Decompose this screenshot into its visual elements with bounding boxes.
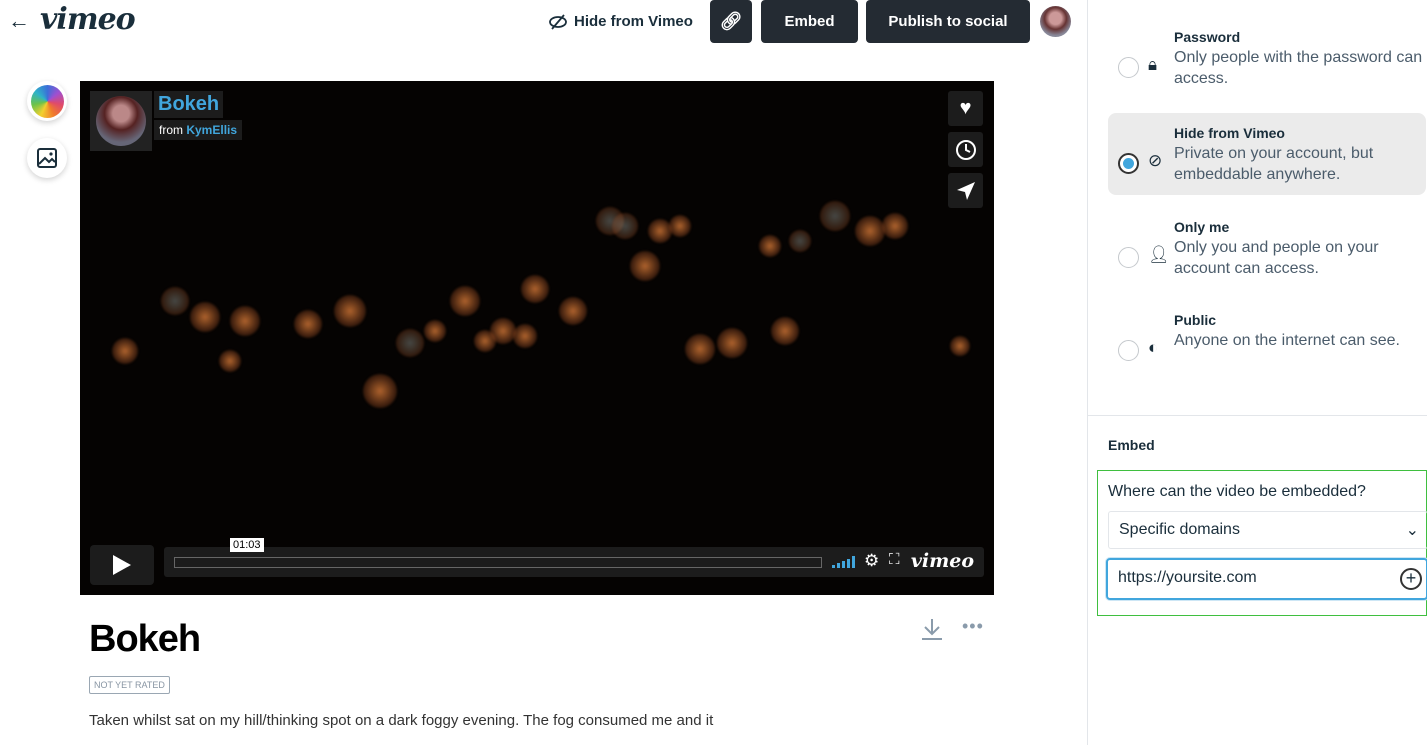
radio-button[interactable]	[1118, 340, 1139, 361]
option-title: Password	[1174, 29, 1241, 45]
bokeh-light	[630, 251, 660, 281]
bokeh-light	[363, 374, 397, 408]
heart-icon: ♥	[959, 97, 972, 119]
bokeh-light	[820, 201, 850, 231]
like-button[interactable]: ♥	[948, 91, 983, 126]
embed-settings: Where can the video be embedded? Specifi…	[1097, 470, 1427, 616]
bokeh-light	[855, 216, 885, 246]
image-icon	[37, 148, 57, 168]
player-info: Bokeh from KymEllis	[90, 91, 243, 151]
option-title: Only me	[1174, 219, 1230, 235]
domain-input[interactable]: https://yoursite.com +	[1106, 558, 1427, 600]
clock-icon	[955, 139, 976, 160]
option-description: Only people with the password can access…	[1174, 49, 1423, 87]
divider	[1088, 415, 1427, 416]
lock-icon: 🔒︎	[1148, 55, 1158, 74]
video-player[interactable]: Bokeh from KymEllis ♥ 01:03 ⚙ ⛶ vimeo	[80, 81, 994, 595]
bokeh-light	[521, 275, 549, 303]
radio-button[interactable]	[1118, 153, 1139, 174]
link-icon: 🔗︎	[719, 11, 743, 31]
privacy-option-only-me[interactable]: 👤︎ Only me Only you and people on your a…	[1108, 207, 1426, 289]
bokeh-light	[759, 235, 781, 257]
volume-icon[interactable]	[832, 556, 856, 568]
download-icon[interactable]	[920, 617, 944, 641]
privacy-option-public[interactable]: ◐ Public Anyone on the internet can see.	[1108, 300, 1426, 382]
globe-icon: ◐	[1148, 338, 1159, 357]
color-picker-button[interactable]	[27, 81, 67, 121]
embed-location-select[interactable]: Specific domains ⌄	[1108, 511, 1427, 549]
bokeh-light	[612, 213, 638, 239]
rating-badge: NOT YET RATED	[89, 676, 170, 694]
play-button[interactable]	[90, 545, 154, 585]
video-description: Taken whilst sat on my hill/thinking spo…	[89, 712, 714, 729]
option-title: Public	[1174, 312, 1217, 328]
vimeo-logo[interactable]: vimeo	[40, 2, 136, 37]
bokeh-light	[882, 213, 908, 239]
bokeh-light	[396, 329, 424, 357]
embed-button[interactable]: Embed	[761, 0, 858, 43]
more-options-icon[interactable]: •••	[962, 616, 984, 637]
bokeh-light	[669, 215, 691, 237]
embed-section-label: Embed	[1108, 437, 1155, 453]
author-link[interactable]: KymEllis	[186, 123, 237, 137]
option-title: Hide from Vimeo	[1174, 125, 1285, 141]
option-description: Only you and people on your account can …	[1174, 239, 1379, 277]
bokeh-light	[950, 336, 970, 356]
bokeh-light	[771, 317, 799, 345]
play-icon	[113, 555, 131, 575]
publish-to-social-button[interactable]: Publish to social	[866, 0, 1030, 43]
progress-bar[interactable]	[174, 557, 822, 568]
bokeh-light	[789, 230, 811, 252]
bokeh-light	[294, 310, 322, 338]
privacy-panel: 🔒︎ Password Only people with the passwor…	[1087, 0, 1427, 745]
privacy-option-hide-from-vimeo[interactable]: ⊘ Hide from Vimeo Private on your accoun…	[1108, 113, 1426, 195]
hide-from-vimeo-button[interactable]: Hide from Vimeo	[548, 13, 693, 30]
settings-gear-icon[interactable]: ⚙	[864, 551, 879, 571]
time-tooltip: 01:03	[230, 538, 264, 552]
bokeh-light	[450, 286, 480, 316]
user-avatar[interactable]	[1040, 6, 1071, 37]
privacy-option-password[interactable]: 🔒︎ Password Only people with the passwor…	[1108, 17, 1426, 99]
hide-label: Hide from Vimeo	[574, 13, 693, 30]
player-title[interactable]: Bokeh	[154, 91, 224, 118]
radio-button[interactable]	[1118, 247, 1139, 268]
color-wheel-icon	[30, 84, 64, 118]
bokeh-light	[513, 324, 537, 348]
copy-link-button[interactable]: 🔗︎	[710, 0, 752, 43]
from-label: from	[159, 123, 183, 137]
add-domain-icon[interactable]: +	[1400, 568, 1422, 590]
eye-slash-icon	[549, 13, 567, 30]
user-icon: 👤︎	[1148, 245, 1170, 264]
radio-button[interactable]	[1118, 57, 1139, 78]
chevron-down-icon: ⌄	[1405, 522, 1419, 539]
author-avatar[interactable]	[90, 91, 152, 151]
bokeh-light	[717, 328, 747, 358]
paper-plane-icon	[956, 181, 975, 200]
video-title: Bokeh	[89, 618, 201, 660]
player-vimeo-logo[interactable]: vimeo	[911, 550, 974, 572]
bokeh-light	[474, 330, 496, 352]
select-value: Specific domains	[1119, 521, 1240, 538]
bokeh-light	[112, 338, 138, 364]
watch-later-button[interactable]	[948, 132, 983, 167]
option-description: Anyone on the internet can see.	[1174, 332, 1400, 349]
domain-value: https://yoursite.com	[1118, 569, 1257, 586]
back-arrow-icon[interactable]: ←	[8, 8, 30, 34]
eye-slash-icon: ⊘	[1148, 151, 1163, 170]
option-description: Private on your account, but embeddable …	[1174, 145, 1374, 183]
bokeh-light	[161, 287, 189, 315]
share-button[interactable]	[948, 173, 983, 208]
bokeh-light	[230, 306, 260, 336]
bokeh-light	[334, 295, 366, 327]
embed-question: Where can the video be embedded?	[1108, 483, 1366, 500]
bokeh-light	[424, 320, 446, 342]
bokeh-light	[559, 297, 587, 325]
thumbnail-button[interactable]	[27, 138, 67, 178]
bokeh-light	[219, 350, 241, 372]
bokeh-light	[685, 334, 715, 364]
bokeh-light	[190, 302, 220, 332]
fullscreen-icon[interactable]: ⛶	[889, 551, 900, 568]
